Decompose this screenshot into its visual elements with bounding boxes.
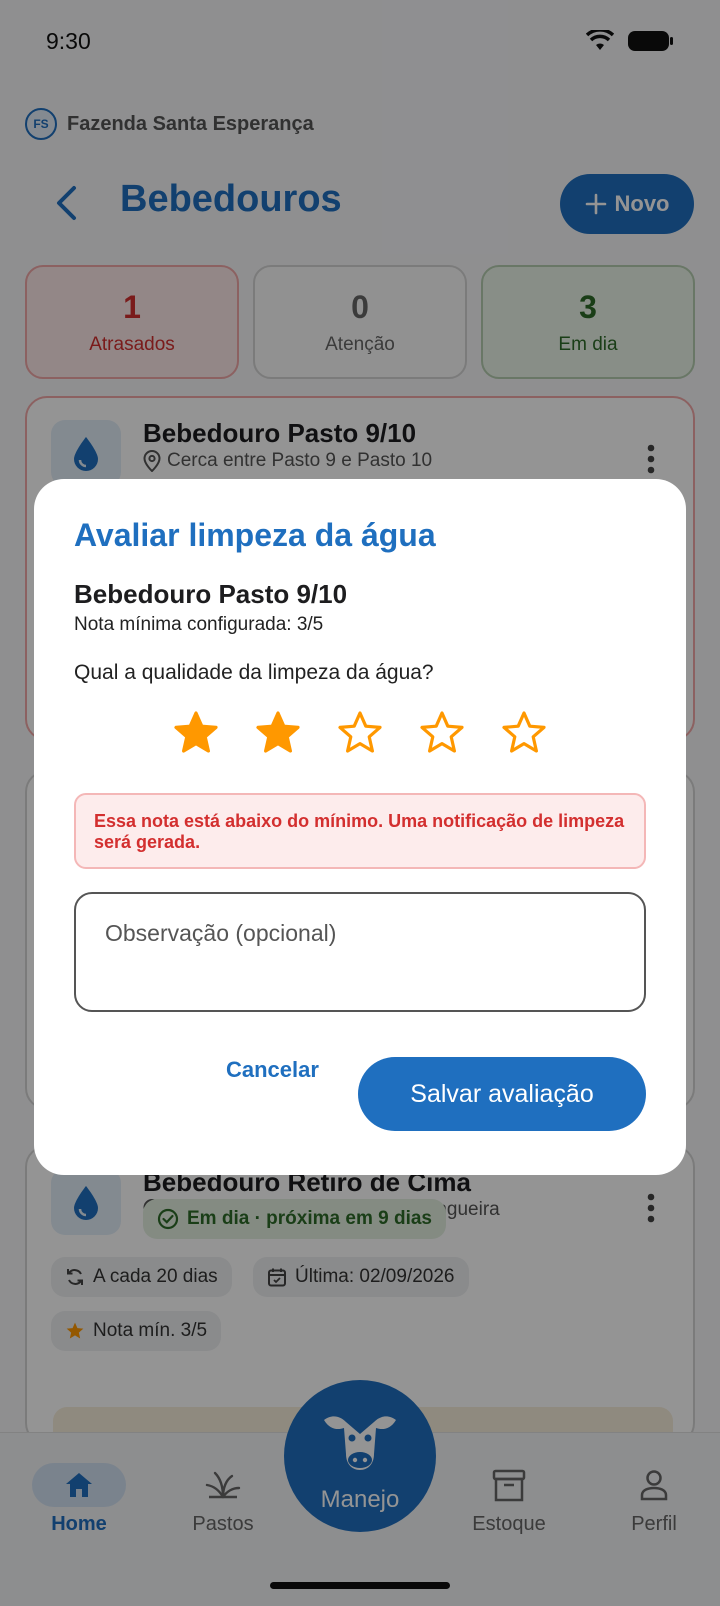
star-outline-icon[interactable] bbox=[500, 709, 548, 757]
dialog-min-score: Nota mínima configurada: 3/5 bbox=[74, 614, 324, 635]
observation-field[interactable] bbox=[74, 892, 646, 1012]
dialog-item-name: Bebedouro Pasto 9/10 bbox=[74, 579, 348, 609]
dialog-question: Qual a qualidade da limpeza da água? bbox=[74, 661, 434, 684]
star-outline-icon[interactable] bbox=[418, 709, 466, 757]
save-rating-button[interactable]: Salvar avaliação bbox=[358, 1057, 646, 1131]
star-filled-icon[interactable] bbox=[254, 709, 302, 757]
star-rating bbox=[34, 709, 686, 757]
observation-input[interactable] bbox=[105, 920, 615, 947]
cancel-button[interactable]: Cancelar bbox=[226, 1057, 319, 1083]
below-min-warning: Essa nota está abaixo do mínimo. Uma not… bbox=[74, 793, 646, 869]
dialog-title: Avaliar limpeza da água bbox=[74, 517, 436, 553]
star-outline-icon[interactable] bbox=[336, 709, 384, 757]
rating-dialog: Avaliar limpeza da água Bebedouro Pasto … bbox=[34, 479, 686, 1175]
star-filled-icon[interactable] bbox=[172, 709, 220, 757]
